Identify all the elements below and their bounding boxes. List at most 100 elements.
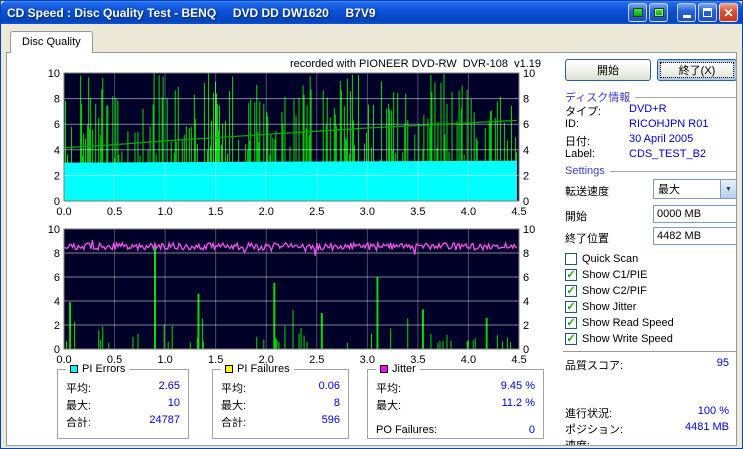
quality-score-value: 95 xyxy=(716,357,729,369)
stat-row: 合計: 24787 xyxy=(66,414,180,429)
svg-text:2.5: 2.5 xyxy=(309,354,324,366)
svg-text:1.5: 1.5 xyxy=(208,206,223,218)
checkbox-box-icon: ✓ xyxy=(565,317,577,329)
header-rule xyxy=(635,97,736,99)
legend-label: Jitter xyxy=(392,363,416,375)
start-button[interactable]: 開始 xyxy=(565,59,651,81)
disc-info-row-label: Label: CDS_TEST_B2 xyxy=(565,148,707,160)
pi-failures-jitter-chart: 0 02 24 46 68 810 100.0 0.5 1.0 1.5 2.0 2.5 3.0 3.5 4.… xyxy=(48,224,536,366)
titlebar-extra-button-1[interactable] xyxy=(628,3,647,22)
checkbox-label: Show C1/PIE xyxy=(582,269,648,281)
stat-box-pi-errors: PI Errors 平均: 2.65 最大: 10 合計: 24787 xyxy=(57,363,189,439)
close-icon: ✕ xyxy=(723,5,734,20)
svg-text:0.5: 0.5 xyxy=(107,206,122,218)
svg-text:1.0: 1.0 xyxy=(157,354,172,366)
maximize-button[interactable] xyxy=(698,3,717,22)
svg-text:6: 6 xyxy=(523,272,529,284)
svg-text:10: 10 xyxy=(523,68,535,80)
svg-text:10: 10 xyxy=(48,68,60,80)
svg-text:2.5: 2.5 xyxy=(309,206,324,218)
svg-text:3.0: 3.0 xyxy=(360,206,375,218)
svg-text:2: 2 xyxy=(54,320,60,332)
svg-text:4: 4 xyxy=(523,145,529,157)
check-mark-icon: ✓ xyxy=(566,301,576,313)
position-row: ポジション: 4481 MB xyxy=(565,421,729,436)
stat-row: 平均: 9.45 % xyxy=(376,380,535,395)
legend-label: PI Errors xyxy=(82,363,126,375)
stat-box-jitter: Jitter 平均: 9.45 % 最大: 11.2 % PO Failures… xyxy=(367,363,544,439)
svg-text:8: 8 xyxy=(54,94,60,106)
svg-text:3.5: 3.5 xyxy=(410,206,425,218)
checkbox-box-icon: ✓ xyxy=(565,333,577,345)
checkbox-label: Show C2/PIF xyxy=(582,285,647,297)
transfer-speed-value: 最大 xyxy=(658,184,680,196)
maximize-icon xyxy=(703,8,712,17)
svg-text:10: 10 xyxy=(523,224,535,236)
start-position-label: 開始 xyxy=(565,211,587,223)
svg-text:6: 6 xyxy=(54,119,60,131)
app-window: CD Speed : Disc Quality Test - BENQ DVD … xyxy=(0,0,743,449)
svg-text:1.0: 1.0 xyxy=(157,206,172,218)
svg-text:4: 4 xyxy=(54,296,60,308)
checkbox-box-icon: ✓ xyxy=(565,285,577,297)
svg-text:4.5: 4.5 xyxy=(511,206,526,218)
window-title: CD Speed : Disc Quality Test - BENQ DVD … xyxy=(7,5,376,20)
titlebar-extra-button-2[interactable] xyxy=(649,3,668,22)
checkbox-quick-scan[interactable]: ✓ Quick Scan xyxy=(565,251,736,267)
stat-row: 最大: 11.2 % xyxy=(376,397,535,412)
minimize-icon xyxy=(682,15,691,18)
svg-text:8: 8 xyxy=(54,248,60,260)
svg-text:6: 6 xyxy=(523,119,529,131)
header-rule xyxy=(609,171,736,173)
sidebar-divider xyxy=(563,351,736,353)
check-mark-icon: ✓ xyxy=(566,333,576,345)
end-position-input[interactable] xyxy=(653,227,736,245)
legend-swatch-icon xyxy=(225,365,233,373)
checkbox-show-c1-pie[interactable]: ✓ Show C1/PIE xyxy=(565,267,736,283)
exit-button[interactable]: 終了(X) xyxy=(657,59,736,81)
disc-info-list: タイプ: DVD+R ID: RICOHJPN R01 日付: 30 April… xyxy=(565,103,736,163)
window-titlebar: CD Speed : Disc Quality Test - BENQ DVD … xyxy=(1,1,742,24)
svg-text:0.0: 0.0 xyxy=(56,206,71,218)
close-button[interactable]: ✕ xyxy=(719,3,738,22)
checkbox-show-write-speed[interactable]: ✓ Show Write Speed xyxy=(565,331,736,347)
svg-text:4: 4 xyxy=(523,296,529,308)
svg-text:8: 8 xyxy=(523,94,529,106)
disc-info-row-id: ID: RICOHJPN R01 xyxy=(565,118,709,130)
svg-text:4.0: 4.0 xyxy=(461,354,476,366)
checkbox-box-icon: ✓ xyxy=(565,269,577,281)
window-body: Disc Quality recorded with PIONEER DVD-R… xyxy=(1,24,742,448)
transfer-speed-label: 転送速度 xyxy=(565,186,609,198)
checkbox-box-icon: ✓ xyxy=(565,301,577,313)
main-panel: recorded with PIONEER DVD-RW DVR-108 v1.… xyxy=(6,52,737,446)
checkbox-box-icon: ✓ xyxy=(565,253,577,265)
svg-text:2.0: 2.0 xyxy=(259,206,274,218)
tab-disc-quality[interactable]: Disc Quality xyxy=(10,31,93,53)
stat-row: 合計: 596 xyxy=(221,414,340,429)
stat-legend: PI Errors xyxy=(66,363,130,375)
progress-row: 進行状況: 100 % xyxy=(565,405,729,420)
transfer-speed-select[interactable]: 最大 ▼ xyxy=(653,179,736,199)
svg-text:3.0: 3.0 xyxy=(360,354,375,366)
chevron-down-icon[interactable]: ▼ xyxy=(720,180,736,198)
checkbox-show-jitter[interactable]: ✓ Show Jitter xyxy=(565,299,736,315)
checkbox-label: Quick Scan xyxy=(582,253,639,265)
minimize-button[interactable] xyxy=(677,3,696,22)
settings-header: Settings xyxy=(565,165,736,177)
svg-text:8: 8 xyxy=(523,248,529,260)
svg-text:2: 2 xyxy=(523,320,529,332)
svg-text:10: 10 xyxy=(48,224,60,236)
check-mark-icon: ✓ xyxy=(566,317,576,329)
legend-swatch-icon xyxy=(70,365,78,373)
checkbox-show-read-speed[interactable]: ✓ Show Read Speed xyxy=(565,315,736,331)
stat-row: 最大: 8 xyxy=(221,397,340,412)
checkbox-show-c2-pif[interactable]: ✓ Show C2/PIF xyxy=(565,283,736,299)
check-mark-icon: ✓ xyxy=(566,269,576,281)
legend-label: PI Failures xyxy=(237,363,290,375)
start-position-input[interactable] xyxy=(653,205,736,223)
speed-row: 速度: xyxy=(565,440,591,446)
end-position-label: 終了位置 xyxy=(565,233,609,245)
svg-text:2: 2 xyxy=(523,170,529,182)
legend-swatch-icon xyxy=(380,365,388,373)
stat-box-pi-failures: PI Failures 平均: 0.06 最大: 8 合計: 596 xyxy=(212,363,349,439)
